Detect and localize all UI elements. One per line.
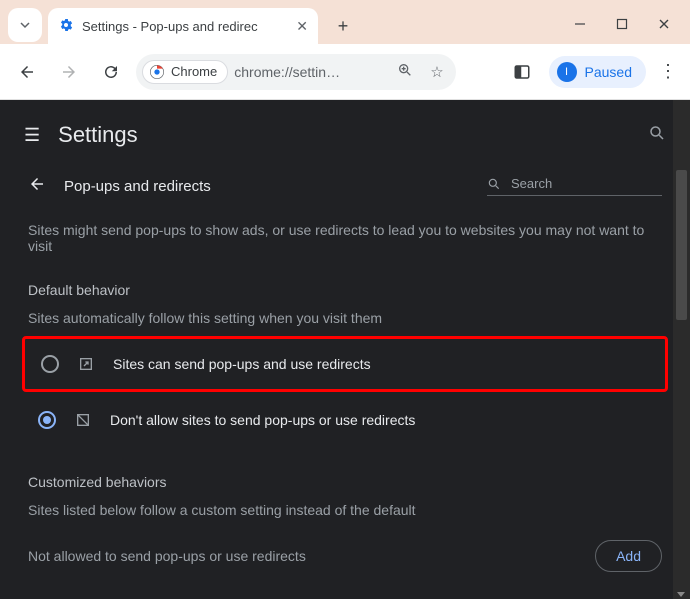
default-behavior-subtitle: Sites automatically follow this setting … (28, 310, 662, 326)
omnibox[interactable]: Chrome chrome://settin… ☆ (136, 54, 456, 90)
site-chip[interactable]: Chrome (142, 60, 228, 84)
toolbar: Chrome chrome://settin… ☆ I Paused ⋮ (0, 44, 690, 100)
tab-title: Settings - Pop-ups and redirec (82, 19, 288, 34)
avatar-icon: I (557, 62, 577, 82)
blocked-popup-icon (74, 411, 92, 429)
profile-dropdown[interactable] (8, 8, 42, 42)
custom-behavior-subtitle: Sites listed below follow a custom setti… (28, 502, 662, 518)
content-viewport: ☰ Settings Pop-ups and redirects Search … (0, 100, 690, 599)
chrome-icon (149, 64, 165, 80)
close-icon[interactable]: ✕ (296, 18, 308, 35)
settings-gear-icon (58, 17, 74, 36)
new-tab-button[interactable]: + (328, 11, 358, 41)
browser-tab[interactable]: Settings - Pop-ups and redirec ✕ (48, 8, 318, 44)
zoom-icon[interactable] (392, 62, 418, 82)
scrollbar-thumb[interactable] (676, 170, 687, 320)
minimize-button[interactable] (570, 14, 590, 34)
side-panel-button[interactable] (505, 55, 539, 89)
option-block-label: Don't allow sites to send pop-ups or use… (110, 412, 415, 428)
url-text: chrome://settin… (234, 64, 386, 80)
option-block-popups[interactable]: Don't allow sites to send pop-ups or use… (28, 392, 662, 448)
page-title: Pop-ups and redirects (64, 178, 487, 195)
page-back-button[interactable] (28, 175, 46, 198)
maximize-button[interactable] (612, 14, 632, 34)
nav-back-button[interactable] (10, 55, 44, 89)
settings-app-header: ☰ Settings (6, 106, 684, 164)
profile-pill[interactable]: I Paused (549, 56, 646, 88)
reload-button[interactable] (94, 55, 128, 89)
open-external-icon (77, 355, 95, 373)
add-button[interactable]: Add (595, 540, 662, 572)
custom-behavior-title: Customized behaviors (28, 474, 662, 490)
settings-search-icon[interactable] (648, 124, 666, 147)
page-header: Pop-ups and redirects Search (28, 164, 662, 208)
hamburger-icon[interactable]: ☰ (24, 125, 40, 146)
page-search-input[interactable]: Search (487, 176, 662, 196)
page-description: Sites might send pop-ups to show ads, or… (28, 222, 662, 254)
site-chip-label: Chrome (171, 64, 217, 79)
option-allow-label: Sites can send pop-ups and use redirects (113, 356, 371, 372)
chevron-down-icon (19, 19, 31, 31)
not-allowed-label: Not allowed to send pop-ups or use redir… (28, 548, 306, 564)
app-title: Settings (58, 122, 648, 148)
nav-forward-button[interactable] (52, 55, 86, 89)
option-allow-popups[interactable]: Sites can send pop-ups and use redirects (22, 336, 668, 392)
browser-menu-button[interactable]: ⋮ (656, 61, 680, 82)
radio-selected-icon (38, 411, 56, 429)
scrollbar[interactable] (673, 100, 690, 599)
window-controls (570, 14, 674, 34)
scroll-arrow-down-icon[interactable] (677, 592, 685, 597)
not-allowed-row: Not allowed to send pop-ups or use redir… (28, 528, 662, 584)
titlebar: Settings - Pop-ups and redirec ✕ + (0, 0, 690, 44)
search-placeholder: Search (511, 176, 552, 191)
default-behavior-title: Default behavior (28, 282, 662, 298)
search-icon (487, 177, 501, 191)
bookmark-icon[interactable]: ☆ (424, 63, 450, 81)
profile-status: Paused (585, 64, 632, 80)
window-close-button[interactable] (654, 14, 674, 34)
radio-unselected-icon (41, 355, 59, 373)
